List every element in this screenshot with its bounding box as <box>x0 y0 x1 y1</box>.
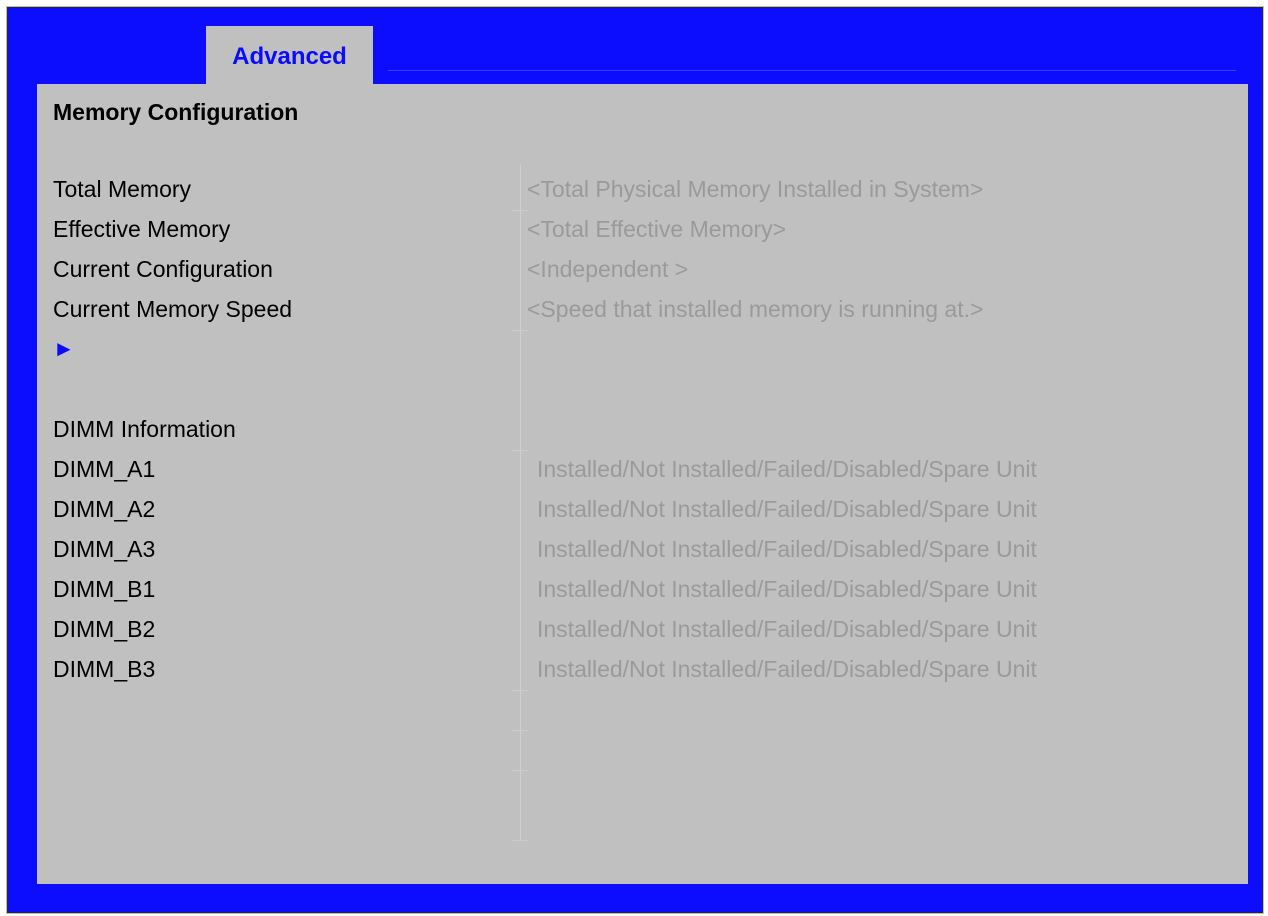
divider-tick <box>512 840 528 841</box>
total-memory-value: <Total Physical Memory Installed in Syst… <box>527 176 984 202</box>
section-title: Memory Configuration <box>53 99 299 125</box>
current-configuration-value: <Independent > <box>527 256 689 282</box>
dimm-b1-status: Installed/Not Installed/Failed/Disabled/… <box>537 576 1037 602</box>
divider-tick <box>512 210 528 211</box>
dimm-a3-status: Installed/Not Installed/Failed/Disabled/… <box>537 536 1037 562</box>
divider-tick <box>512 450 528 451</box>
effective-memory-label: Effective Memory <box>53 216 231 242</box>
dimm-b2-status: Installed/Not Installed/Failed/Disabled/… <box>537 616 1037 642</box>
divider-tick <box>512 770 528 771</box>
divider-tick <box>512 730 528 731</box>
content-panel: Memory Configuration Total Memory <Total… <box>37 84 1248 884</box>
effective-memory-value: <Total Effective Memory> <box>527 216 787 242</box>
dimm-a1-label: DIMM_A1 <box>53 456 156 482</box>
divider-tick <box>512 690 528 691</box>
current-memory-speed-label: Current Memory Speed <box>53 296 293 322</box>
column-divider <box>520 164 521 840</box>
dimm-information-header: DIMM Information <box>53 416 236 442</box>
dimm-a1-status: Installed/Not Installed/Failed/Disabled/… <box>537 456 1037 482</box>
dimm-b3-status: Installed/Not Installed/Failed/Disabled/… <box>537 656 1037 682</box>
total-memory-label: Total Memory <box>53 176 192 202</box>
dimm-b2-label: DIMM_B2 <box>53 616 156 642</box>
current-configuration-label: Current Configuration <box>53 256 273 282</box>
current-memory-speed-value: <Speed that installed memory is running … <box>527 296 984 322</box>
tab-bar-line <box>388 70 1236 71</box>
dimm-a3-label: DIMM_A3 <box>53 536 156 562</box>
submenu-arrow-icon[interactable]: ► <box>53 336 75 362</box>
dimm-a2-status: Installed/Not Installed/Failed/Disabled/… <box>537 496 1037 522</box>
dimm-a2-label: DIMM_A2 <box>53 496 156 522</box>
dimm-b1-label: DIMM_B1 <box>53 576 156 602</box>
divider-tick <box>512 330 528 331</box>
dimm-b3-label: DIMM_B3 <box>53 656 156 682</box>
tab-advanced[interactable]: Advanced <box>206 26 373 84</box>
